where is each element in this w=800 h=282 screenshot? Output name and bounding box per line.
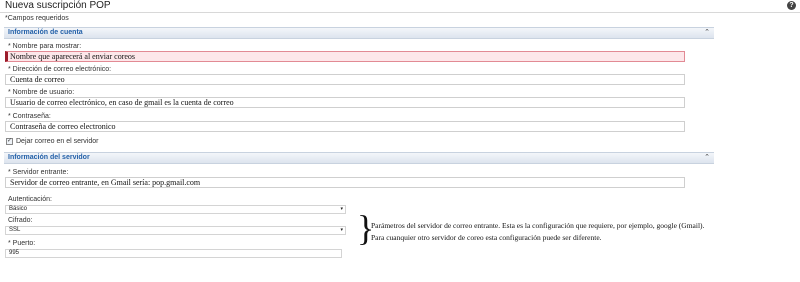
section-header-server[interactable]: Información del servidor ⌃ [4,152,714,164]
annotation-line-1: Parámetros del servidor de correo entran… [371,221,705,230]
username-input[interactable]: Usuario de correo electrónico, en caso d… [5,97,685,108]
required-fields-note: *Campos requeridos [5,15,69,22]
encryption-select[interactable]: SSL ▾ [5,226,346,235]
authentication-label: Autenticación: [8,196,52,203]
password-label: * Contraseña: [8,113,51,120]
password-input[interactable]: Contraseña de correo electronico [5,121,685,132]
encryption-label: Cifrado: [8,217,33,224]
chevron-down-icon: ▾ [340,206,343,212]
section-header-account[interactable]: Información de cuenta ⌃ [4,27,714,39]
email-label: * Dirección de correo electrónico: [8,66,112,73]
authentication-select[interactable]: Básico ▾ [5,205,346,214]
collapse-icon[interactable]: ⌃ [704,28,710,38]
email-input[interactable]: Cuenta de correo [5,74,685,85]
incoming-server-label: * Servidor entrante: [8,169,69,176]
annotation-line-2: Para cuanquier otro servidor de coreo es… [371,233,602,242]
display-name-input[interactable]: Nombre que aparecerá al enviar coreos [5,51,685,62]
authentication-value: Básico [9,206,28,212]
port-label: * Puerto: [8,240,36,247]
chevron-down-icon: ▾ [340,227,343,233]
page-title: Nueva suscripción POP [5,0,111,11]
username-label: * Nombre de usuario: [8,89,75,96]
port-input[interactable]: 995 [5,249,342,258]
help-icon[interactable]: ? [787,1,796,10]
leave-on-server-label: Dejar correo en el servidor [16,138,99,145]
display-name-label: * Nombre para mostrar: [8,43,82,50]
collapse-icon[interactable]: ⌃ [704,153,710,163]
section-title-server: Información del servidor [8,154,90,161]
title-divider [0,12,800,13]
section-title-account: Información de cuenta [8,29,83,36]
encryption-value: SSL [9,227,21,233]
incoming-server-input[interactable]: Servidor de correo entrante, en Gmail se… [5,177,685,188]
leave-on-server-checkbox[interactable]: ✓ [6,138,13,145]
